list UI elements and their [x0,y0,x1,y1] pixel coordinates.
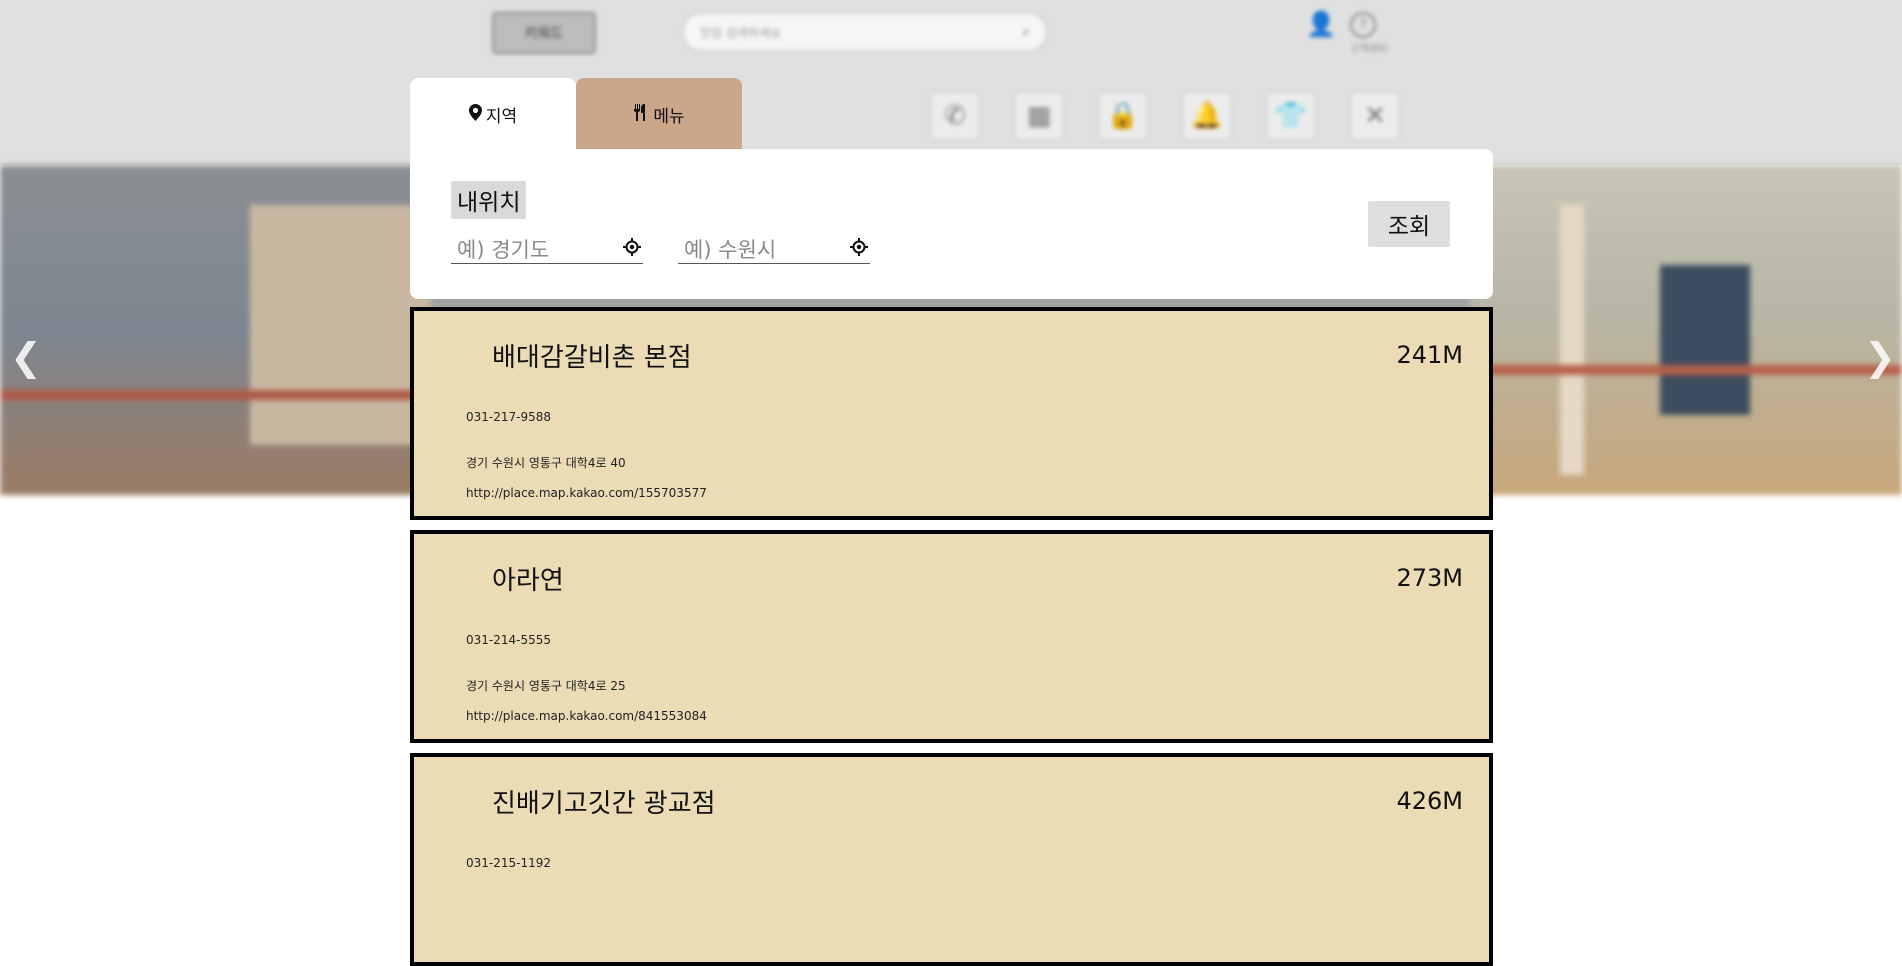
restaurant-phone: 031-215-1192 [466,856,552,870]
banner-railing-right [1470,365,1902,375]
help-icon[interactable]: ? [1350,12,1376,38]
location-search-panel: 내위치 예) 경기도 예) 수원시 조회 [410,149,1493,299]
tab-menu-label: 메뉴 [653,106,685,127]
banner-door [1660,265,1750,415]
province-placeholder[interactable]: 예) 경기도 [451,234,621,264]
restaurant-phone: 031-217-9588 [466,410,552,424]
banner-next-arrow[interactable]: ❯ [1864,335,1896,379]
restaurant-name: 진배기고깃간 광교점 [492,789,716,819]
query-button[interactable]: 조회 [1368,201,1450,247]
top-header: 키워드 맛집 검색하세요 ⌕ 👤 ? 고객센터 ✆ ▦ 🔒 🔔 👕 ✕ [0,0,1902,165]
search-icon[interactable]: ⌕ [1022,24,1030,40]
restaurant-name: 아라연 [492,566,564,596]
banner-prev-arrow[interactable]: ❮ [10,335,42,379]
restaurant-address: 경기 수원시 영통구 대학4로 40 [466,456,626,470]
my-location-button[interactable]: 내위치 [451,181,527,219]
restaurant-address: 경기 수원시 영통구 대학4로 25 [466,679,626,693]
tab-region[interactable]: 지역 [410,78,576,150]
lock-icon[interactable]: 🔒 [1100,93,1146,139]
shirt-icon[interactable]: 👕 [1268,93,1314,139]
result-card[interactable]: 진배기고깃간 광교점 426M 031-215-1192 [410,753,1493,966]
user-icon[interactable]: 👤 [1306,10,1336,38]
restaurant-distance: 241M [1396,341,1463,369]
utensils-icon [633,103,649,125]
map-marker-icon [468,103,482,125]
result-card[interactable]: 배대감갈비촌 본점 241M 031-217-9588 경기 수원시 영통구 대… [410,307,1493,520]
site-logo[interactable]: 키워드 [492,12,596,54]
restaurant-phone: 031-214-5555 [466,633,552,647]
header-search-placeholder: 맛집 검색하세요 [700,25,782,40]
banner-railing [0,390,430,400]
tab-region-label: 지역 [485,106,518,127]
restaurant-link[interactable]: http://place.map.kakao.com/841553084 [466,709,707,723]
crosshair-icon[interactable] [848,237,870,261]
restaurant-distance: 426M [1396,787,1463,815]
restaurant-distance: 273M [1396,564,1463,592]
help-label[interactable]: 고객센터 [1350,40,1387,55]
city-input[interactable]: 예) 수원시 [678,234,870,264]
city-placeholder[interactable]: 예) 수원시 [678,234,848,264]
bell-icon[interactable]: 🔔 [1184,93,1230,139]
result-card[interactable]: 아라연 273M 031-214-5555 경기 수원시 영통구 대학4로 25… [410,530,1493,743]
banner-wall [250,205,430,445]
province-input[interactable]: 예) 경기도 [451,234,643,264]
phone-icon[interactable]: ✆ [932,93,978,139]
restaurant-name: 배대감갈비촌 본점 [492,343,692,373]
tab-menu[interactable]: 메뉴 [576,78,742,150]
crosshair-icon[interactable] [621,237,643,261]
banner-post [1560,205,1584,475]
close-icon[interactable]: ✕ [1352,93,1398,139]
header-search-bar[interactable]: 맛집 검색하세요 ⌕ [684,14,1046,50]
store-icon[interactable]: ▦ [1016,93,1062,139]
restaurant-link[interactable]: http://place.map.kakao.com/155703577 [466,486,707,500]
